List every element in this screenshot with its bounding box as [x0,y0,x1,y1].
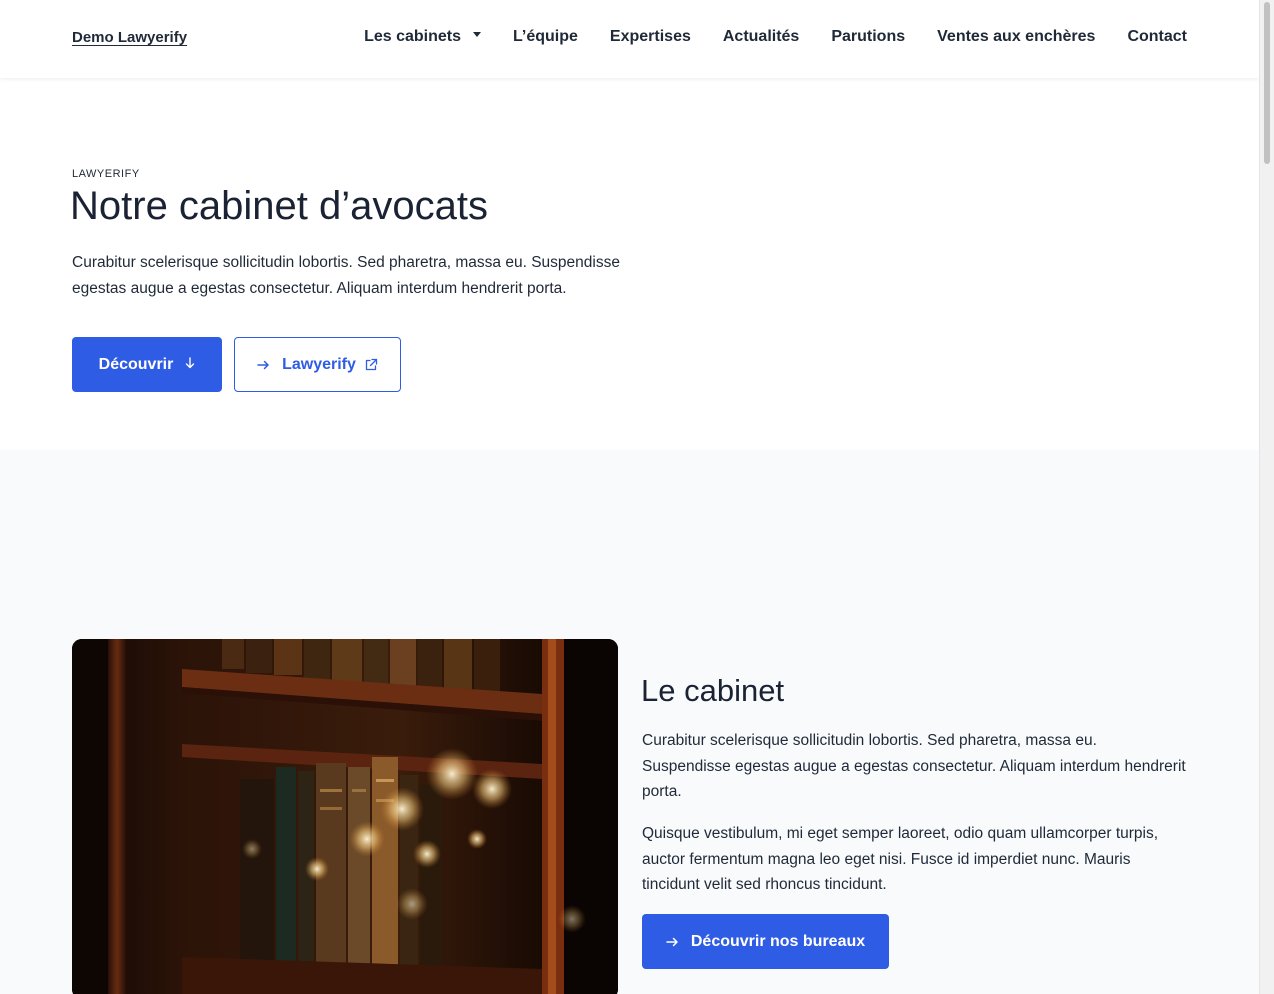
page-title: Notre cabinet d’avocats [70,184,489,228]
nav-item-label: Expertises [609,28,691,45]
decouvrir-button[interactable]: Découvrir [72,337,222,392]
caret-down-icon [473,31,482,37]
nav-item-label: Contact [1127,28,1187,45]
page-scrollbar[interactable] [1259,0,1274,994]
main-nav: Les cabinets L’équipe Expertises Actuali… [364,28,1187,46]
section-title: Le cabinet [641,673,785,708]
nav-item-expertises[interactable]: Expertises [610,28,691,46]
decouvrir-nos-bureaux-button[interactable]: Découvrir nos bureaux [642,914,889,969]
scrollbar-thumb[interactable] [1264,2,1270,164]
lawyerify-button-label: Lawyerify [282,355,356,373]
bookshelf-photo [72,639,618,994]
arrow-down-icon [185,357,195,372]
nav-item-label: L’équipe [513,28,578,45]
brand-link[interactable]: Demo Lawyerify [72,29,187,46]
lawyerify-button[interactable]: Lawyerify [234,337,401,392]
nav-item-label: Ventes aux enchères [937,28,1096,45]
nav-item-parutions[interactable]: Parutions [831,28,905,46]
nav-item-label: Actualités [722,28,800,45]
nav-item-equipe[interactable]: L’équipe [513,28,578,46]
nav-item-label: Les cabinets [364,28,462,45]
arrow-right-icon [666,934,679,950]
hero-description: Curabitur scelerisque sollicitudin lobor… [72,254,620,297]
decouvrir-nos-bureaux-label: Découvrir nos bureaux [690,932,866,950]
cabinet-section: Le cabinet Curabitur scelerisque sollici… [0,450,1259,994]
section-paragraph-2: Quisque vestibulum, mi eget semper laore… [642,825,1159,893]
site-header: Demo Lawyerify Les cabinets L’équipe Exp… [0,0,1259,78]
external-link-icon [364,358,378,372]
hero-section: LAWYERIFY Notre cabinet d’avocats Curabi… [0,78,1259,450]
page: Demo Lawyerify Les cabinets L’équipe Exp… [0,0,1259,994]
decouvrir-button-label: Découvrir [98,355,174,373]
arrow-right-icon [257,357,270,373]
nav-item-les-cabinets[interactable]: Les cabinets [364,28,482,46]
hero-eyebrow: LAWYERIFY [72,168,140,180]
nav-item-ventes-aux-encheres[interactable]: Ventes aux enchères [937,28,1095,46]
nav-item-contact[interactable]: Contact [1127,28,1187,46]
section-paragraph-1: Curabitur scelerisque sollicitudin lobor… [642,732,1186,800]
nav-item-label: Parutions [831,28,906,45]
nav-item-actualites[interactable]: Actualités [723,28,799,46]
